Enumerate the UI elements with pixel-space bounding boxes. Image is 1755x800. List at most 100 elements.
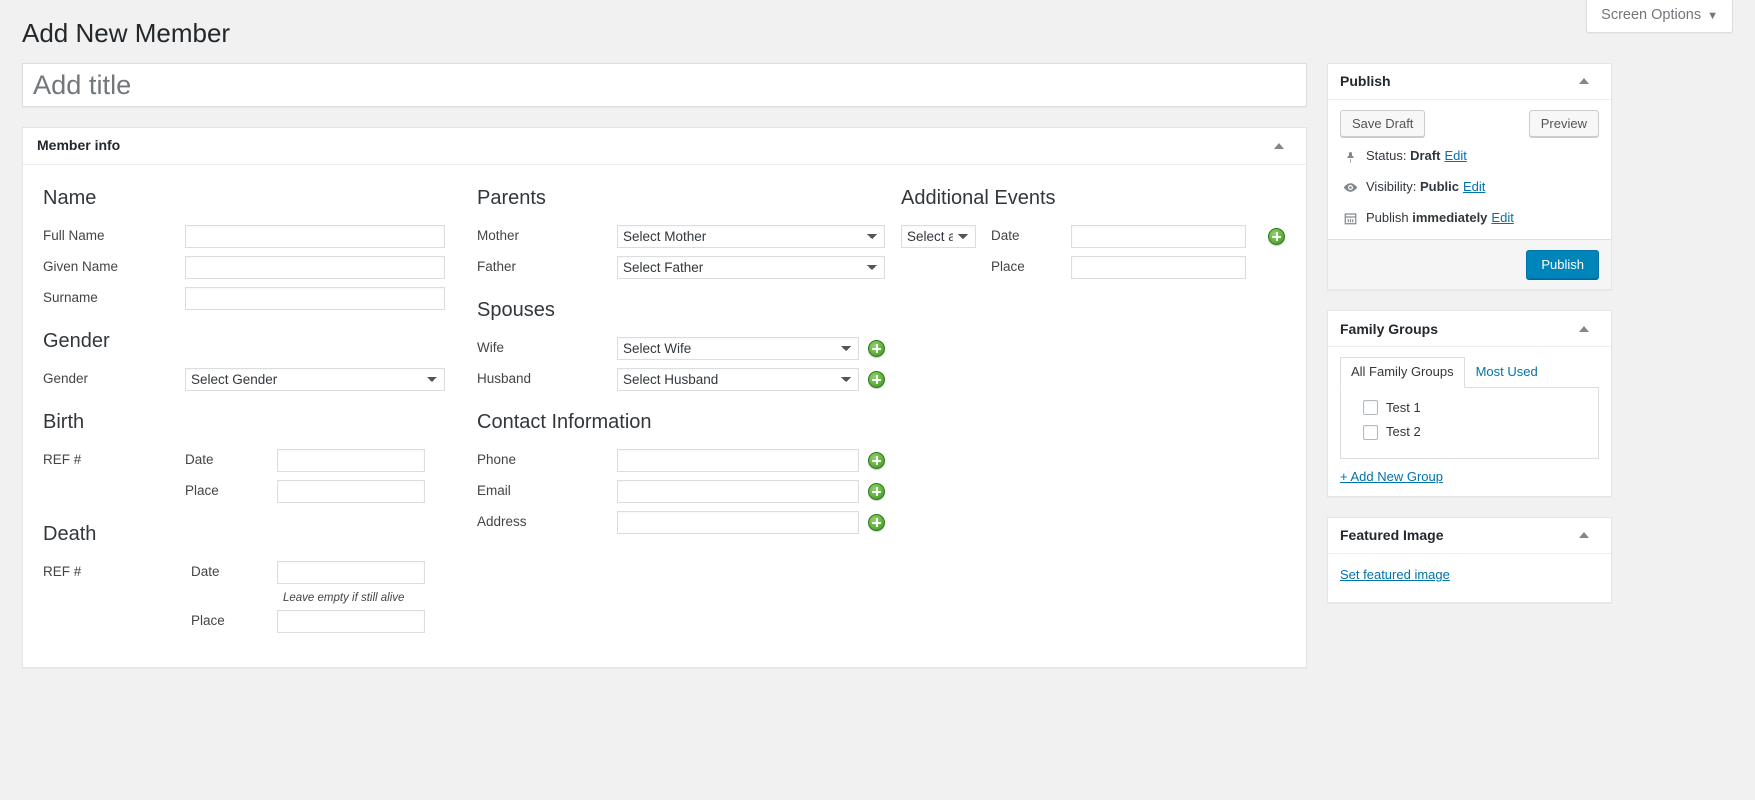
death-date-input[interactable]	[277, 561, 425, 584]
email-input[interactable]	[617, 480, 859, 503]
add-event-icon[interactable]	[1268, 228, 1285, 245]
title-field-wrapper	[22, 63, 1307, 107]
gender-select[interactable]: Select Gender	[185, 368, 445, 391]
add-wife-icon[interactable]	[868, 340, 885, 357]
field-row-gender: Gender Select Gender	[43, 368, 461, 391]
page-columns: Member info Name Full Name	[22, 63, 1733, 668]
main-column: Member info Name Full Name	[22, 63, 1307, 668]
label-surname: Surname	[43, 289, 185, 308]
event-date-input[interactable]	[1071, 225, 1246, 248]
add-address-icon[interactable]	[868, 514, 885, 531]
save-draft-button[interactable]: Save Draft	[1340, 110, 1425, 138]
publish-date-row: Publish immediately Edit	[1328, 203, 1611, 239]
family-group-label: Test 1	[1386, 398, 1421, 418]
member-info-body: Name Full Name Given Name Surname	[23, 165, 1306, 667]
visibility-edit-link[interactable]: Edit	[1463, 177, 1485, 198]
field-row-birth-date: REF # Date	[43, 449, 461, 472]
publish-collapse-toggle[interactable]	[1569, 66, 1599, 96]
publish-date-value: immediately	[1412, 208, 1487, 229]
status-label: Status:	[1366, 146, 1406, 167]
set-featured-image-link[interactable]: Set featured image	[1340, 564, 1450, 592]
screen-meta-links: Screen Options▼	[1586, 0, 1733, 33]
field-row-wife: Wife Select Wife	[477, 337, 885, 360]
add-new-group-link[interactable]: + Add New Group	[1340, 469, 1443, 484]
tab-most-used[interactable]: Most Used	[1465, 357, 1549, 387]
publish-actions-bottom: Publish	[1328, 239, 1611, 290]
publish-header: Publish	[1328, 64, 1611, 100]
publish-actions-top: Save Draft Preview	[1328, 100, 1611, 142]
label-full-name: Full Name	[43, 227, 185, 246]
publish-date-label: Publish	[1366, 208, 1409, 229]
field-row-address: Address	[477, 511, 885, 534]
label-email: Email	[477, 482, 617, 501]
field-row-husband: Husband Select Husband	[477, 368, 885, 391]
event-type-select[interactable]: Select an Event	[901, 225, 976, 248]
field-row-death-place: Place	[43, 610, 461, 633]
checkbox-test-2[interactable]	[1363, 425, 1378, 440]
family-groups-body: All Family Groups Most Used Test 1 Test …	[1328, 347, 1611, 496]
metabox-title: Member info	[35, 136, 120, 156]
label-given-name: Given Name	[43, 258, 185, 277]
publish-title: Publish	[1340, 73, 1391, 89]
add-husband-icon[interactable]	[868, 371, 885, 388]
add-phone-icon[interactable]	[868, 452, 885, 469]
wife-select[interactable]: Select Wife	[617, 337, 859, 360]
publish-date-edit-link[interactable]: Edit	[1491, 208, 1513, 229]
label-mother: Mother	[477, 227, 617, 246]
label-birth-date: Date	[185, 451, 277, 470]
field-row-birth-place: Place	[43, 480, 461, 503]
publish-button[interactable]: Publish	[1526, 250, 1599, 280]
label-death-date: Date	[185, 563, 277, 582]
checkbox-test-1[interactable]	[1363, 400, 1378, 415]
family-groups-metabox: Family Groups All Family Groups Most Use…	[1327, 310, 1612, 497]
section-heading-parents: Parents	[477, 185, 885, 211]
death-place-input[interactable]	[277, 610, 425, 633]
given-name-input[interactable]	[185, 256, 445, 279]
tab-all-family-groups[interactable]: All Family Groups	[1340, 357, 1465, 388]
husband-select[interactable]: Select Husband	[617, 368, 859, 391]
add-email-icon[interactable]	[868, 483, 885, 500]
address-input[interactable]	[617, 511, 859, 534]
section-heading-additional-events: Additional Events	[901, 185, 1285, 211]
status-edit-link[interactable]: Edit	[1444, 146, 1466, 167]
mother-select[interactable]: Select Mother	[617, 225, 885, 248]
birth-date-input[interactable]	[277, 449, 425, 472]
family-groups-list: Test 1 Test 2	[1340, 387, 1599, 459]
metabox-collapse-toggle[interactable]	[1264, 131, 1294, 161]
label-event-date: Date	[976, 227, 1071, 246]
section-heading-name: Name	[43, 185, 461, 211]
field-row-mother: Mother Select Mother	[477, 225, 885, 248]
pin-icon	[1340, 147, 1360, 167]
form-column-relations: Parents Mother Select Mother Father	[469, 175, 893, 641]
family-groups-tabs: All Family Groups Most Used	[1340, 357, 1599, 387]
status-row: Status: Draft Edit	[1328, 141, 1611, 172]
field-row-email: Email	[477, 480, 885, 503]
phone-input[interactable]	[617, 449, 859, 472]
chevron-up-icon	[1579, 532, 1589, 538]
section-heading-death: Death	[43, 521, 461, 547]
family-groups-collapse-toggle[interactable]	[1569, 314, 1599, 344]
field-row-phone: Phone	[477, 449, 885, 472]
visibility-value: Public	[1420, 177, 1459, 198]
publish-metabox: Publish Save Draft Preview Status: Draft…	[1327, 63, 1612, 291]
screen-options-label: Screen Options	[1601, 7, 1701, 23]
father-select[interactable]: Select Father	[617, 256, 885, 279]
featured-image-metabox: Featured Image Set featured image	[1327, 517, 1612, 603]
full-name-input[interactable]	[185, 225, 445, 248]
field-row-given-name: Given Name	[43, 256, 461, 279]
member-form-grid: Name Full Name Given Name Surname	[35, 175, 1294, 641]
preview-button[interactable]: Preview	[1529, 110, 1599, 138]
field-row-event-date: Select an Event Date	[901, 225, 1285, 248]
event-place-input[interactable]	[1071, 256, 1246, 279]
screen-options-button[interactable]: Screen Options▼	[1586, 0, 1733, 33]
label-phone: Phone	[477, 451, 617, 470]
field-row-father: Father Select Father	[477, 256, 885, 279]
featured-image-collapse-toggle[interactable]	[1569, 520, 1599, 550]
birth-place-input[interactable]	[277, 480, 425, 503]
post-title-input[interactable]	[23, 64, 1306, 106]
label-gender: Gender	[43, 370, 185, 389]
featured-image-header: Featured Image	[1328, 518, 1611, 554]
featured-image-title: Featured Image	[1340, 527, 1443, 543]
eye-icon	[1340, 178, 1360, 198]
surname-input[interactable]	[185, 287, 445, 310]
